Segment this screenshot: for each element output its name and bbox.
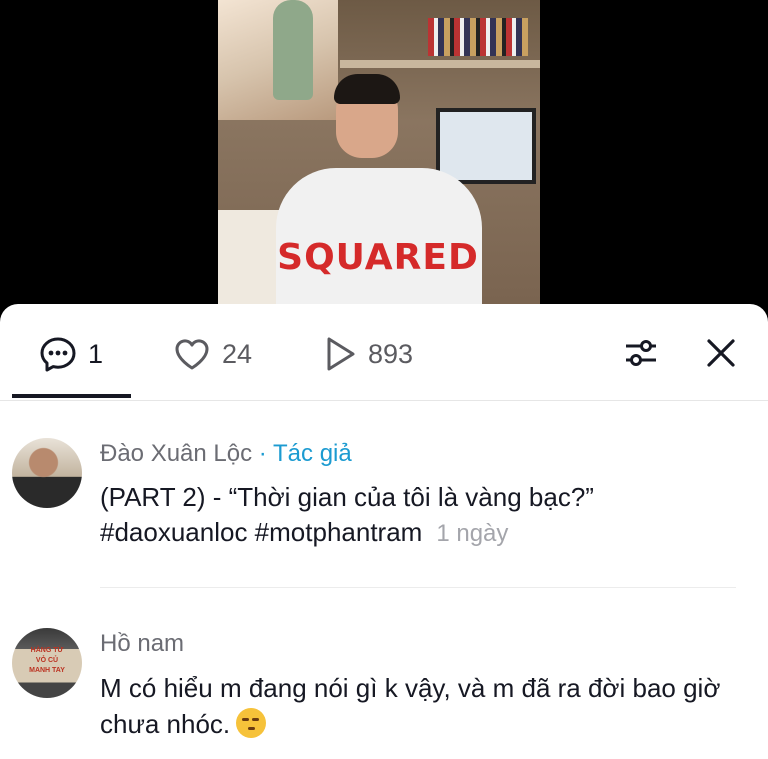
tab-comments[interactable]: 1 [38, 334, 103, 374]
active-tab-indicator [12, 394, 131, 398]
video-player[interactable]: SQUARED [0, 0, 768, 320]
heart-icon [172, 334, 212, 374]
bookshelf [340, 60, 540, 68]
comment-text: (PART 2) - “Thời gian của tôi là vàng bạ… [100, 480, 740, 551]
comment-divider [100, 587, 736, 588]
inset-clip [218, 0, 338, 120]
avatar-sign-text: HÀNG TỪ VỎ CỦ MANH TAY [29, 647, 65, 674]
person-hair [334, 74, 400, 104]
author-name[interactable]: Hồ nam [100, 630, 184, 657]
inset-figure [273, 0, 313, 100]
tab-likes[interactable]: 24 [172, 334, 252, 374]
views-count: 893 [368, 338, 414, 369]
comment-text: M có hiểu m đang nói gì k vậy, và m đã r… [100, 670, 740, 742]
stats-tabbar: 1 24 893 [0, 304, 768, 401]
author-name[interactable]: Đào Xuân Lộc [100, 440, 252, 467]
play-icon [322, 334, 358, 374]
comment-author: Đào Xuân Lộc · Tác giả [100, 440, 352, 468]
close-icon [707, 339, 735, 367]
comment-author: Hồ nam [100, 630, 184, 658]
comments-count: 1 [88, 338, 104, 369]
books [428, 18, 528, 56]
comment-bubble-icon [38, 334, 78, 374]
filter-button[interactable] [622, 334, 660, 372]
avatar[interactable] [12, 438, 82, 508]
filter-sliders-icon [626, 340, 656, 366]
smirk-emoji-icon [236, 708, 267, 738]
author-separator: · [252, 440, 274, 467]
monitor [436, 108, 536, 184]
comment-body: M có hiểu m đang nói gì k vậy, và m đã r… [100, 673, 721, 739]
shirt-print: SQUARED [277, 236, 479, 278]
likes-count: 24 [222, 338, 253, 369]
comment-time: 1 ngày [436, 520, 509, 547]
tab-views[interactable]: 893 [322, 334, 413, 374]
video-frame[interactable]: SQUARED [218, 0, 540, 304]
author-badge: Tác giả [273, 440, 352, 467]
comment-body: (PART 2) - “Thời gian của tôi là vàng bạ… [100, 482, 594, 547]
avatar[interactable]: HÀNG TỪ VỎ CỦ MANH TAY [12, 628, 82, 698]
close-button[interactable] [702, 334, 740, 372]
comment-sheet: 1 24 893 Đào Xuân Lộc · Tác giả (PART 2)… [0, 304, 768, 759]
